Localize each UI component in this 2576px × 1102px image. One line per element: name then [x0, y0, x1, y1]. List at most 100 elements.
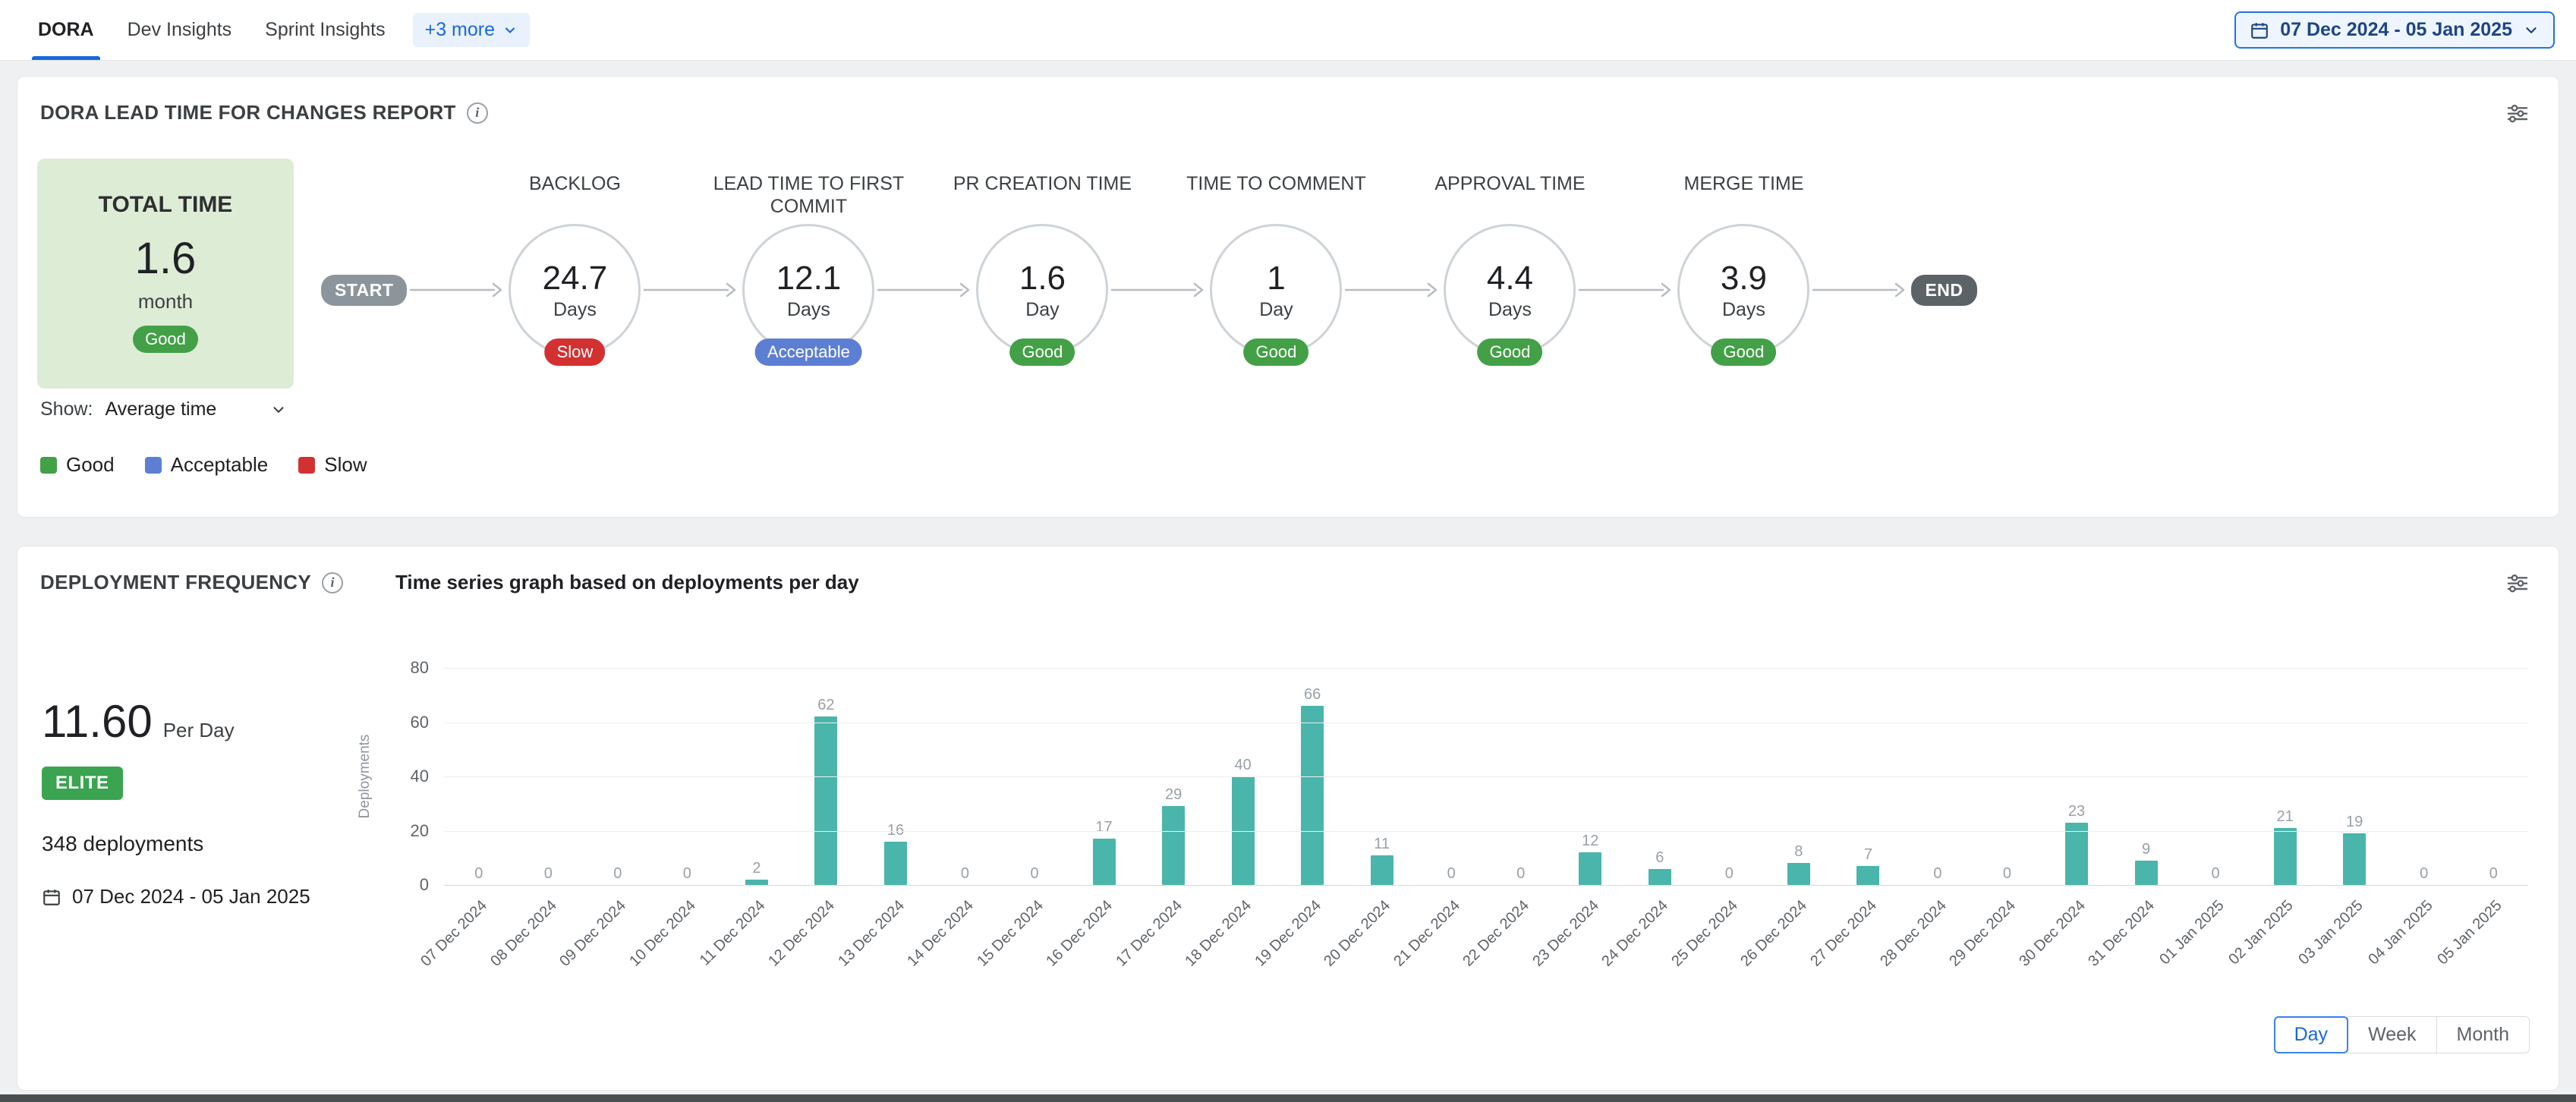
legend-item-good: Good [40, 453, 115, 477]
stage-label: APPROVAL TIME [1392, 172, 1627, 195]
bar-value-label: 0 [474, 865, 483, 883]
show-metric-dropdown[interactable]: Average time [105, 398, 287, 420]
stage-approval-time: APPROVAL TIME4.4DaysGood [1444, 224, 1576, 356]
chevron-down-icon [502, 23, 518, 38]
bar-value-label: 0 [683, 865, 691, 883]
legend-label: Good [66, 453, 115, 477]
bar[interactable] [884, 842, 907, 885]
bar-value-label: 0 [1516, 865, 1525, 883]
info-icon[interactable]: i [322, 572, 343, 594]
info-icon[interactable]: i [467, 102, 488, 124]
chart-settings-button[interactable] [2502, 568, 2533, 598]
total-time-label: TOTAL TIME [99, 192, 233, 218]
y-tick-label: 60 [386, 713, 429, 732]
bar-value-label: 0 [1725, 865, 1734, 883]
deployment-frequency-card: DEPLOYMENT FREQUENCY i Time series graph… [17, 546, 2559, 1091]
status-badge: Good [1712, 338, 1777, 366]
granularity-toggle: DayWeekMonth [2274, 1016, 2530, 1053]
bar-value-label: 0 [1447, 865, 1456, 883]
stage-merge-time: MERGE TIME3.9DaysGood [1677, 224, 1809, 356]
chevron-down-icon [270, 401, 287, 418]
legend-label: Acceptable [171, 453, 269, 477]
legend-swatch [145, 457, 162, 474]
bar[interactable] [1579, 852, 1601, 885]
card-title: DORA LEAD TIME FOR CHANGES REPORT [40, 101, 456, 124]
bar[interactable] [2065, 823, 2088, 885]
bar-value-label: 29 [1165, 786, 1182, 804]
granularity-month[interactable]: Month [2436, 1016, 2530, 1053]
bar[interactable] [2274, 828, 2297, 885]
bar-value-label: 2 [752, 860, 761, 877]
chart-yaxis: 020406080 [386, 668, 429, 885]
stage-label: BACKLOG [457, 172, 692, 195]
bar-value-label: 66 [1304, 686, 1321, 704]
gridline [444, 885, 2528, 886]
flow-arrow-icon [642, 281, 741, 299]
stage-lead-time-to-first-commit: LEAD TIME TO FIRST COMMIT12.1DaysAccepta… [742, 224, 874, 356]
bar-value-label: 8 [1794, 843, 1803, 861]
stage-time-to-comment: TIME TO COMMENT1DayGood [1210, 224, 1342, 356]
sliders-icon [2505, 571, 2530, 595]
bar[interactable] [1787, 863, 1810, 885]
y-tick-label: 40 [386, 767, 429, 786]
date-range-label: 07 Dec 2024 - 05 Jan 2025 [2280, 19, 2512, 41]
legend-swatch [40, 457, 57, 474]
gridline [444, 668, 2528, 669]
bar[interactable] [1649, 869, 1671, 885]
granularity-week[interactable]: Week [2348, 1016, 2436, 1053]
flow-arrow-icon [1110, 281, 1208, 299]
lead-time-card: DORA LEAD TIME FOR CHANGES REPORT i TOTA… [17, 76, 2559, 518]
stage-unit: Days [553, 299, 597, 321]
tab-sprint-insights[interactable]: Sprint Insights [248, 0, 402, 60]
total-status-badge: Good [133, 326, 198, 353]
chart-settings-button[interactable] [2502, 98, 2533, 128]
gridline [444, 831, 2528, 832]
granularity-day[interactable]: Day [2274, 1016, 2348, 1053]
x-tick-label: 07 Dec 2024 [418, 897, 491, 970]
bar-value-label: 0 [1030, 865, 1038, 883]
bar-value-label: 23 [2068, 803, 2085, 820]
show-metric-value: Average time [105, 398, 216, 420]
more-tabs-label: +3 more [425, 19, 495, 41]
bar[interactable] [814, 716, 837, 885]
deployment-chart: Deployments 020406080 000026216001729406… [345, 660, 2528, 998]
date-range-picker[interactable]: 07 Dec 2024 - 05 Jan 2025 [2234, 11, 2555, 49]
deployment-header: DEPLOYMENT FREQUENCY i [40, 571, 343, 594]
bar[interactable] [2135, 861, 2158, 885]
total-time-box: TOTAL TIME 1.6 month Good [37, 159, 294, 389]
status-badge: Good [1010, 338, 1075, 366]
legend-label: Slow [324, 453, 367, 477]
stage-value: 4.4 [1487, 260, 1533, 298]
show-label: Show: [40, 398, 93, 420]
stage-circle: 4.4DaysGood [1444, 224, 1576, 356]
stage-flow: START BACKLOG24.7DaysSlowLEAD TIME TO FI… [321, 224, 1977, 356]
stage-value: 3.9 [1721, 260, 1767, 298]
legend-item-slow: Slow [298, 453, 367, 477]
bar[interactable] [1856, 866, 1879, 885]
bar-value-label: 17 [1095, 819, 1112, 836]
more-tabs-button[interactable]: +3 more [413, 13, 530, 47]
bar-value-label: 0 [544, 865, 553, 883]
bar-value-label: 12 [1582, 833, 1598, 850]
stage-label: PR CREATION TIME [924, 172, 1160, 195]
bar-value-label: 0 [961, 865, 969, 883]
bar[interactable] [745, 880, 768, 885]
bar[interactable] [1301, 706, 1324, 885]
bar-value-label: 62 [817, 697, 834, 714]
status-badge: Slow [545, 338, 606, 366]
tab-dora[interactable]: DORA [21, 0, 111, 60]
stage-backlog: BACKLOG24.7DaysSlow [509, 224, 641, 356]
bar-value-label: 19 [2346, 814, 2363, 831]
bar[interactable] [1371, 855, 1393, 885]
stage-unit: Day [1025, 299, 1059, 321]
bar[interactable] [2343, 833, 2366, 885]
bar[interactable] [1093, 839, 1116, 885]
rate-value: 11.60 [42, 695, 153, 748]
status-badge: Good [1478, 338, 1543, 366]
tab-dev-insights[interactable]: Dev Insights [111, 0, 249, 60]
stage-circle: 12.1DaysAcceptable [742, 224, 874, 356]
bar-value-label: 0 [2211, 865, 2219, 883]
bar[interactable] [1162, 806, 1185, 885]
tier-badge: ELITE [42, 767, 123, 800]
stage-label: LEAD TIME TO FIRST COMMIT [691, 172, 926, 218]
